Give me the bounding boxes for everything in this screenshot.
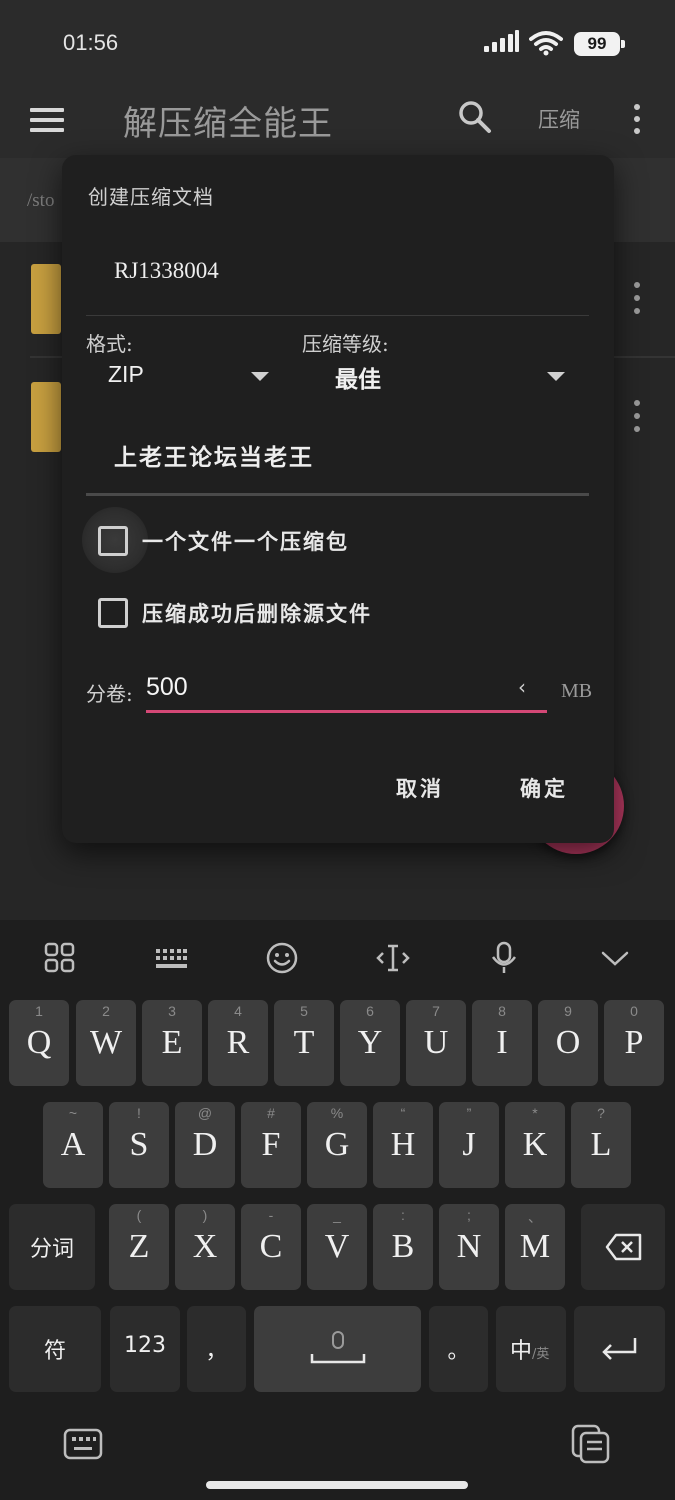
key-b[interactable]: :B [373,1204,433,1290]
enter-icon [602,1338,637,1360]
key-e[interactable]: 3E [142,1000,202,1086]
key-s[interactable]: ! S [109,1102,169,1188]
key-l[interactable]: ? L [571,1102,631,1188]
status-bar: 01:56 99 [0,0,675,88]
soft-keyboard: 1Q 2W 3E 4R 5T 6Y 7U 8I 9O 0P ~ A ! S @ D #… [0,920,675,1500]
format-select[interactable]: ZIP [108,361,144,388]
key-x[interactable]: ) X [175,1204,235,1290]
confirm-button[interactable]: 确定 [520,773,568,803]
key-h[interactable]: “H [373,1102,433,1188]
volume-unit: MB [561,680,593,702]
home-gesture-bar[interactable] [206,1481,468,1489]
comment-underline [86,493,589,496]
collapse-keyboard-icon[interactable] [597,940,633,976]
one-archive-per-file-checkbox[interactable] [98,526,128,556]
status-time: 01:56 [63,30,119,55]
path-text: /sto [27,190,55,211]
format-label: 格式: [86,332,133,356]
app-bar: 解压缩全能王 压缩 [0,88,675,158]
archive-name-input[interactable]: RJ1338004 [114,258,219,284]
key-t[interactable]: 5T [274,1000,334,1086]
key-u[interactable]: 7U [406,1000,466,1086]
key-f[interactable]: # F [241,1102,301,1188]
enter-key[interactable] [574,1306,665,1392]
archive-name-underline [86,315,589,316]
key-r[interactable]: 4R [208,1000,268,1086]
battery-level: 99 [574,32,620,56]
comment-input[interactable]: 上老王论坛当老王 [114,438,314,472]
search-icon[interactable] [456,98,494,136]
folder-icon[interactable] [31,264,61,334]
microphone-icon[interactable] [486,940,522,976]
space-key[interactable] [254,1306,421,1392]
app-title: 解压缩全能王 [123,104,333,144]
compress-action-button[interactable]: 压缩 [538,104,580,134]
keyboard-toolbar [0,920,675,998]
volume-input-underline [146,710,547,713]
key-d[interactable]: @ D [175,1102,235,1188]
overflow-menu-icon[interactable] [630,102,644,136]
key-q[interactable]: 1Q [9,1000,69,1086]
one-archive-per-file-label[interactable]: 一个文件一个压缩包 [142,526,349,556]
key-g[interactable]: % G [307,1102,367,1188]
backspace-key[interactable] [581,1204,665,1290]
keyboard-layout-icon[interactable] [153,940,189,976]
clipboard-icon[interactable] [570,1423,612,1465]
space-mic-icon [310,1331,366,1364]
key-k[interactable]: * K [505,1102,565,1188]
battery-tip [621,40,625,48]
key-z[interactable]: (Z [109,1204,169,1290]
compression-level-select[interactable]: 最佳 [335,360,381,394]
compression-level-label: 压缩等级: [302,332,389,356]
keyboard-switch-icon[interactable] [62,1423,104,1465]
hamburger-menu-icon[interactable] [30,106,66,134]
cancel-button[interactable]: 取消 [396,773,444,803]
key-j[interactable]: ” J [439,1102,499,1188]
folder-icon[interactable] [31,382,61,452]
create-archive-dialog: 创建压缩文档 RJ1338004 格式: ZIP 压缩等级: 最佳 上老王论坛当… [62,155,614,843]
delete-source-label[interactable]: 压缩成功后删除源文件 [142,598,372,628]
key-n[interactable]: ; N [439,1204,499,1290]
lang-sub: /英 [532,1347,550,1362]
format-dropdown-arrow-icon[interactable] [251,372,269,381]
numbers-key[interactable]: 123 [110,1306,180,1392]
battery-indicator: 99 [574,32,626,56]
key-p[interactable]: 0P [604,1000,664,1086]
key-v[interactable]: _ V [307,1204,367,1290]
key-y[interactable]: 6Y [340,1000,400,1086]
period-key[interactable]: 。 [429,1306,488,1392]
key-w[interactable]: 2W [76,1000,136,1086]
key-c[interactable]: -C [241,1204,301,1290]
dialog-title: 创建压缩文档 [88,185,214,209]
volume-size-input[interactable]: 500 [146,673,188,702]
emoji-icon[interactable] [264,940,300,976]
language-switch-key[interactable]: 中/英 [496,1306,566,1392]
row-overflow-icon[interactable] [632,282,642,316]
delete-source-checkbox[interactable] [98,598,128,628]
symbols-key[interactable]: 符 [9,1306,101,1392]
apps-grid-icon[interactable] [42,940,78,976]
level-dropdown-arrow-icon[interactable] [547,372,565,381]
comma-key[interactable]: ， [187,1306,246,1392]
lang-main: 中 [510,1339,533,1364]
key-o[interactable]: 9O [538,1000,598,1086]
cellular-signal-icon [484,30,519,52]
row-overflow-icon[interactable] [632,400,642,434]
key-m[interactable]: 、 M [505,1204,565,1290]
backspace-icon [605,1233,642,1261]
key-a[interactable]: ~ A [43,1102,103,1188]
cursor-control-icon[interactable] [375,940,411,976]
volume-label: 分卷: [86,682,133,706]
wifi-icon [529,31,563,56]
chevron-left-icon[interactable]: ‹ [518,675,526,699]
segment-key[interactable]: 分词 [9,1204,95,1290]
key-i[interactable]: 8I [472,1000,532,1086]
